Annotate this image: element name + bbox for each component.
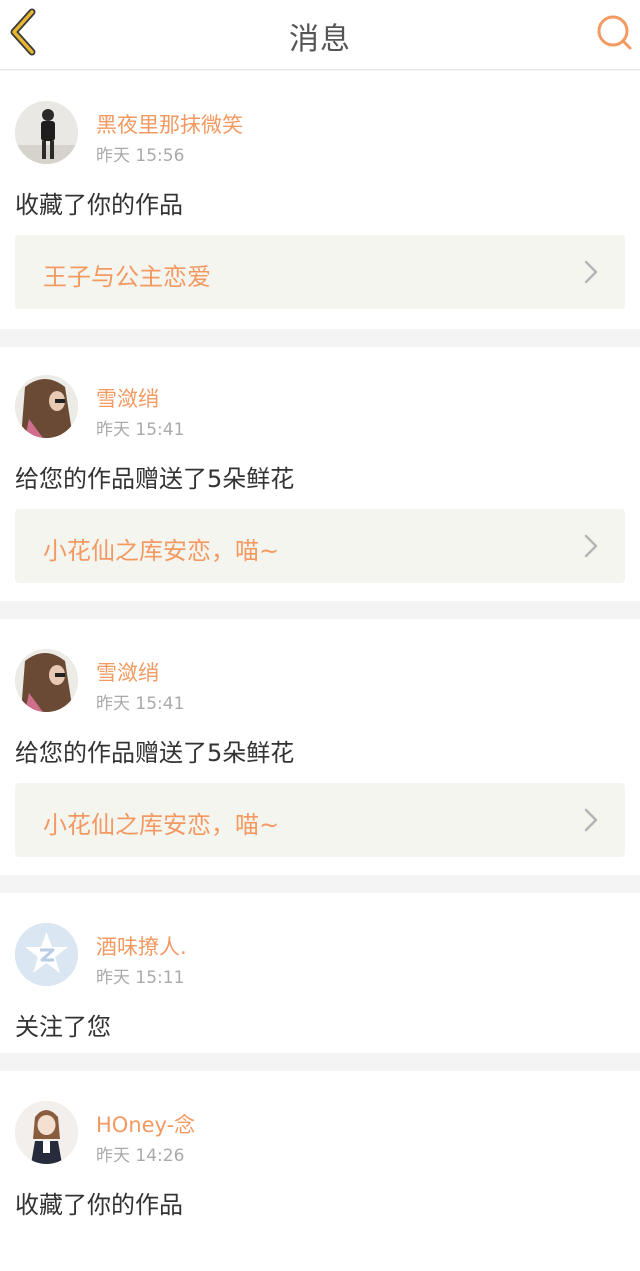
notification-card: 雪潋绡 昨天 15:41 给您的作品赠送了5朵鲜花 小花仙之库安恋，喵~ bbox=[0, 619, 640, 875]
avatar[interactable] bbox=[15, 101, 78, 164]
username[interactable]: 黑夜里那抹微笑 bbox=[96, 109, 243, 139]
action-text: 给您的作品赠送了5朵鲜花 bbox=[15, 739, 295, 767]
divider bbox=[0, 1053, 640, 1071]
work-link[interactable]: 王子与公主恋爱 bbox=[15, 235, 625, 309]
timestamp: 昨天 15:11 bbox=[96, 968, 185, 988]
avatar[interactable] bbox=[15, 1101, 78, 1164]
username[interactable]: 雪潋绡 bbox=[96, 657, 159, 687]
action-text: 收藏了你的作品 bbox=[15, 191, 183, 219]
action-text: 给您的作品赠送了5朵鲜花 bbox=[15, 465, 295, 493]
username[interactable]: 雪潋绡 bbox=[96, 383, 159, 413]
work-title: 王子与公主恋爱 bbox=[43, 263, 211, 291]
chevron-right-icon bbox=[584, 808, 598, 832]
divider bbox=[0, 875, 640, 893]
avatar[interactable] bbox=[15, 923, 78, 986]
avatar[interactable] bbox=[15, 649, 78, 712]
notification-card: 雪潋绡 昨天 15:41 给您的作品赠送了5朵鲜花 小花仙之库安恋，喵~ bbox=[0, 347, 640, 601]
work-title: 小花仙之库安恋，喵~ bbox=[43, 537, 280, 565]
search-button[interactable] bbox=[594, 12, 634, 52]
notification-card: HOney-念 昨天 14:26 收藏了你的作品 bbox=[0, 1071, 640, 1271]
search-icon bbox=[597, 15, 632, 50]
chevron-right-icon bbox=[584, 534, 598, 558]
work-link[interactable]: 小花仙之库安恋，喵~ bbox=[15, 783, 625, 857]
action-text: 关注了您 bbox=[15, 1013, 111, 1041]
timestamp: 昨天 15:56 bbox=[96, 146, 185, 166]
work-link[interactable]: 小花仙之库安恋，喵~ bbox=[15, 509, 625, 583]
notification-card: 黑夜里那抹微笑 昨天 15:56 收藏了你的作品 王子与公主恋爱 bbox=[0, 71, 640, 329]
notification-list: 黑夜里那抹微笑 昨天 15:56 收藏了你的作品 王子与公主恋爱 雪潋绡 昨天 … bbox=[0, 71, 640, 1271]
action-text: 收藏了你的作品 bbox=[15, 1191, 183, 1219]
divider bbox=[0, 329, 640, 347]
timestamp: 昨天 15:41 bbox=[96, 420, 185, 440]
timestamp: 昨天 14:26 bbox=[96, 1146, 185, 1166]
chevron-right-icon bbox=[584, 260, 598, 284]
divider bbox=[0, 601, 640, 619]
avatar[interactable] bbox=[15, 375, 78, 438]
username[interactable]: HOney-念 bbox=[96, 1109, 195, 1139]
work-title: 小花仙之库安恋，喵~ bbox=[43, 811, 280, 839]
username[interactable]: 酒味撩人. bbox=[96, 931, 187, 961]
page-title: 消息 bbox=[289, 22, 351, 57]
app-header: 消息 bbox=[0, 0, 640, 70]
timestamp: 昨天 15:41 bbox=[96, 694, 185, 714]
notification-card: 酒味撩人. 昨天 15:11 关注了您 bbox=[0, 893, 640, 1053]
